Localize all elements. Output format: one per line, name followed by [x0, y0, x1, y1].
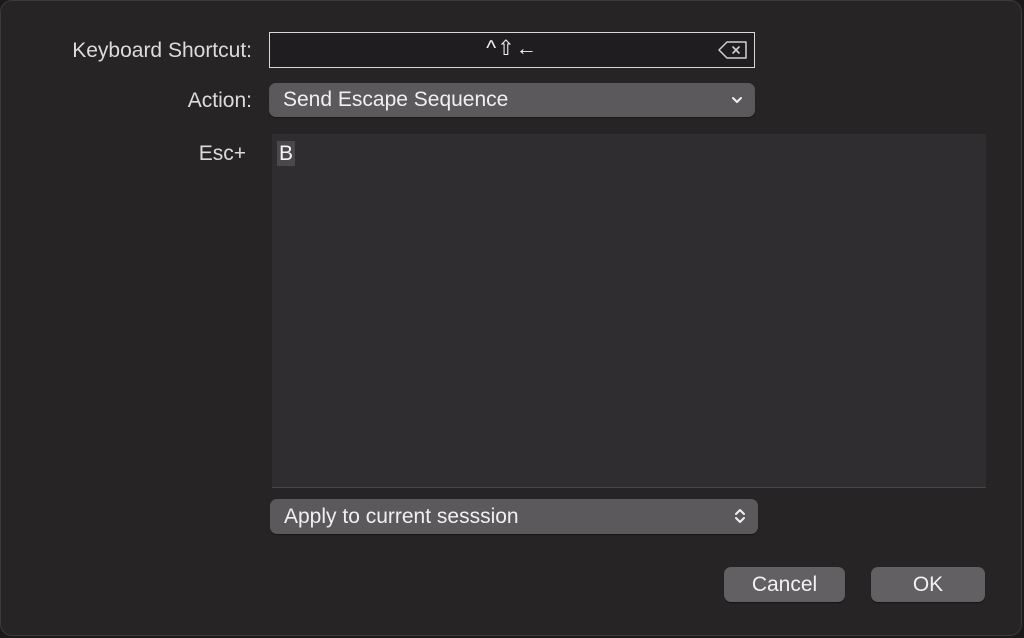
action-label: Action:: [187, 89, 252, 112]
ok-button[interactable]: OK: [871, 567, 985, 602]
action-popup-button[interactable]: Send Escape Sequence: [269, 83, 755, 117]
cancel-button[interactable]: Cancel: [724, 567, 845, 602]
chevron-down-icon: [732, 97, 742, 103]
escape-sequence-value: B: [277, 141, 296, 166]
apply-scope-selected-value: Apply to current sesssion: [284, 505, 519, 528]
shortcut-keys-text: ^⇧←: [486, 37, 538, 60]
esc-plus-label: Esc+: [198, 142, 246, 165]
up-down-chevron-icon: [735, 509, 745, 523]
apply-scope-popup-button[interactable]: Apply to current sesssion: [270, 499, 758, 534]
keyboard-shortcut-label: Keyboard Shortcut:: [72, 39, 252, 62]
keyboard-shortcut-field[interactable]: ^⇧←: [269, 32, 755, 68]
clear-backspace-icon[interactable]: [718, 41, 748, 59]
key-mapping-dialog: Keyboard Shortcut: ^⇧← Action: Send Esca…: [0, 0, 1022, 636]
action-selected-value: Send Escape Sequence: [283, 88, 509, 111]
escape-sequence-text-area[interactable]: B: [272, 134, 986, 488]
